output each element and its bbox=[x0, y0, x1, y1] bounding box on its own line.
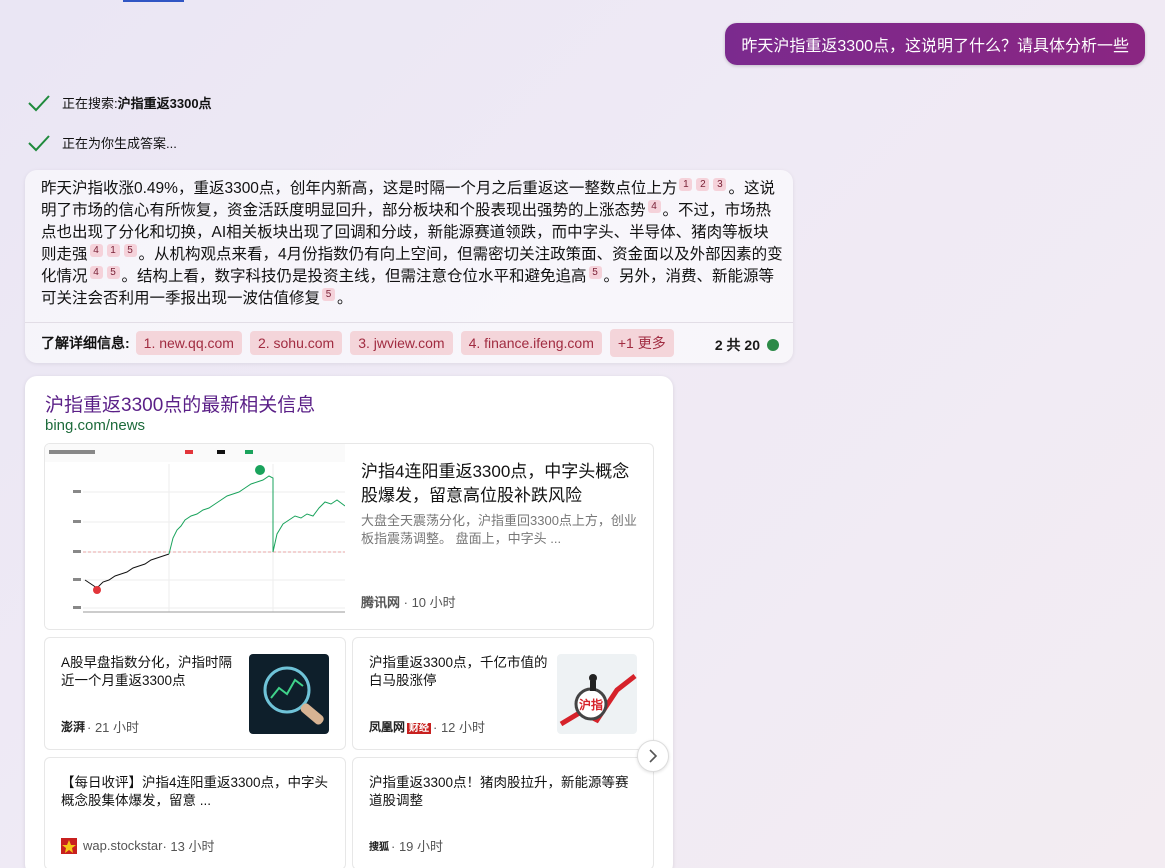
chevron-right-icon bbox=[649, 749, 658, 763]
news-item-time: · 19 小时 bbox=[391, 839, 444, 854]
response-count: 2 共 20 bbox=[715, 335, 779, 355]
news-item[interactable]: 【每日收评】沪指4连阳重返3300点，中字头概念股集体爆发，留意 ... wap… bbox=[44, 757, 346, 868]
news-card-source[interactable]: bing.com/news bbox=[45, 417, 145, 434]
news-item-source: 搜狐 bbox=[369, 842, 389, 853]
news-item-time: · 21 小时 bbox=[87, 720, 140, 735]
user-message-text: 昨天沪指重返3300点，这说明了什么？请具体分析一些 bbox=[741, 38, 1129, 55]
citation-link[interactable]: 1 bbox=[106, 244, 120, 257]
featured-news-item[interactable]: 沪指4连阳重返3300点，中字头概念股爆发，留意高位股补跌风险 大盘全天震荡分化… bbox=[44, 443, 654, 630]
news-item-source-tag: 财经 bbox=[407, 723, 432, 734]
generating-status: 正在为你生成答案... bbox=[28, 133, 177, 152]
status-dot-icon bbox=[767, 339, 779, 351]
answer-text: 昨天沪指收涨0.49%，重返3300点，创年内新高，这是时隔一个月之后重返这一整… bbox=[41, 178, 783, 310]
news-item-source: wap.stockstar bbox=[83, 838, 163, 853]
stockstar-logo-icon bbox=[61, 837, 77, 854]
search-status-prefix: 正在搜索: bbox=[62, 96, 118, 111]
citation-link[interactable]: 3 bbox=[713, 178, 727, 191]
learn-more-label: 了解详细信息: bbox=[41, 335, 130, 351]
news-item-thumbnail: 沪指 bbox=[557, 654, 637, 734]
news-item-title[interactable]: 【每日收评】沪指4连阳重返3300点，中字头概念股集体爆发，留意 ... bbox=[61, 774, 331, 810]
answer-sentence: 。结构上看，数字科技仍是投资主线，但需注意仓位水平和避免追高 bbox=[121, 268, 587, 285]
news-item-time: · 12 小时 bbox=[433, 720, 486, 735]
featured-news-time: · 10 小时 bbox=[400, 595, 456, 610]
citation-link[interactable]: 1 bbox=[679, 178, 693, 191]
citation-link[interactable]: 4 bbox=[89, 244, 103, 257]
news-item-meta: 搜狐 · 19 小时 bbox=[369, 836, 443, 855]
news-item-thumbnail bbox=[249, 654, 329, 734]
tab-underline bbox=[123, 0, 184, 2]
featured-news-source: 腾讯网 bbox=[361, 595, 401, 610]
source-chip-sohu[interactable]: 2. sohu.com bbox=[249, 331, 343, 355]
news-item-source: 凤凰网 财经 bbox=[369, 718, 432, 735]
citation-link[interactable]: 5 bbox=[588, 266, 602, 279]
answer-card: 昨天沪指收涨0.49%，重返3300点，创年内新高，这是时隔一个月之后重返这一整… bbox=[25, 170, 793, 363]
featured-news-meta: 腾讯网 · 10 小时 bbox=[361, 592, 456, 611]
source-chip-jwview[interactable]: 3. jwview.com bbox=[350, 331, 453, 355]
search-query: 沪指重返3300点 bbox=[117, 96, 212, 111]
news-item-title[interactable]: A股早盘指数分化，沪指时隔近一个月重返3300点 bbox=[61, 654, 241, 690]
news-item-time: · 13 小时 bbox=[162, 839, 215, 854]
news-item-meta: wap.stockstar · 13 小时 bbox=[61, 836, 215, 855]
news-item-source: 澎湃 bbox=[61, 720, 86, 734]
more-sources-button[interactable]: +1 更多 bbox=[609, 329, 674, 357]
learn-more-bar: 了解详细信息: 1. new.qq.com 2. sohu.com 3. jwv… bbox=[25, 322, 793, 363]
search-status: 正在搜索: 沪指重返3300点 bbox=[28, 93, 212, 112]
news-item-source-name: 凤凰网 bbox=[369, 720, 406, 734]
news-item[interactable]: A股早盘指数分化，沪指时隔近一个月重返3300点 澎湃 · 21 小时 bbox=[44, 637, 346, 750]
news-item-meta: 凤凰网 财经 · 12 小时 bbox=[369, 717, 485, 736]
citation-link[interactable]: 5 bbox=[123, 244, 137, 257]
citation-link[interactable]: 4 bbox=[89, 266, 103, 279]
citation-link[interactable]: 5 bbox=[322, 288, 336, 301]
citation-link[interactable]: 4 bbox=[647, 200, 661, 213]
source-chip-qq[interactable]: 1. new.qq.com bbox=[135, 331, 242, 355]
user-message-bubble: 昨天沪指重返3300点，这说明了什么？请具体分析一些 bbox=[725, 23, 1145, 65]
answer-sentence: 昨天沪指收涨0.49%，重返3300点，创年内新高，这是时隔一个月之后重返这一整… bbox=[41, 180, 678, 197]
featured-news-snippet: 大盘全天震荡分化，沪指重回3300点上方，创业板指震荡调整。 盘面上，中字头 .… bbox=[361, 513, 637, 546]
stock-chart-thumbnail bbox=[45, 444, 345, 629]
citation-link[interactable]: 2 bbox=[696, 178, 710, 191]
citation-link[interactable]: 5 bbox=[106, 266, 120, 279]
news-item[interactable]: 沪指重返3300点！猪肉股拉升，新能源等赛道股调整 搜狐 · 19 小时 bbox=[352, 757, 654, 868]
generating-status-text: 正在为你生成答案... bbox=[62, 136, 177, 151]
answer-sentence: 。 bbox=[337, 290, 353, 307]
news-item[interactable]: 沪指重返3300点，千亿市值的白马股涨停 沪指 凤凰网 财经 · 12 小时 bbox=[352, 637, 654, 750]
thumbnail-caption: 沪指 bbox=[579, 697, 603, 712]
source-chip-ifeng[interactable]: 4. finance.ifeng.com bbox=[460, 331, 602, 355]
checkmark-icon bbox=[28, 134, 50, 151]
news-item-title[interactable]: 沪指重返3300点，千亿市值的白马股涨停 bbox=[369, 654, 549, 690]
news-item-title[interactable]: 沪指重返3300点！猪肉股拉升，新能源等赛道股调整 bbox=[369, 774, 639, 810]
news-card-title[interactable]: 沪指重返3300点的最新相关信息 bbox=[45, 390, 315, 417]
response-count-text: 2 共 20 bbox=[714, 337, 760, 353]
news-item-meta: 澎湃 · 21 小时 bbox=[61, 717, 139, 736]
featured-news-title[interactable]: 沪指4连阳重返3300点，中字头概念股爆发，留意高位股补跌风险 bbox=[361, 460, 646, 508]
carousel-next-button[interactable] bbox=[637, 740, 669, 772]
news-card: 沪指重返3300点的最新相关信息 bing.com/news 沪指4连阳重返33… bbox=[25, 376, 673, 868]
checkmark-icon bbox=[28, 94, 50, 111]
